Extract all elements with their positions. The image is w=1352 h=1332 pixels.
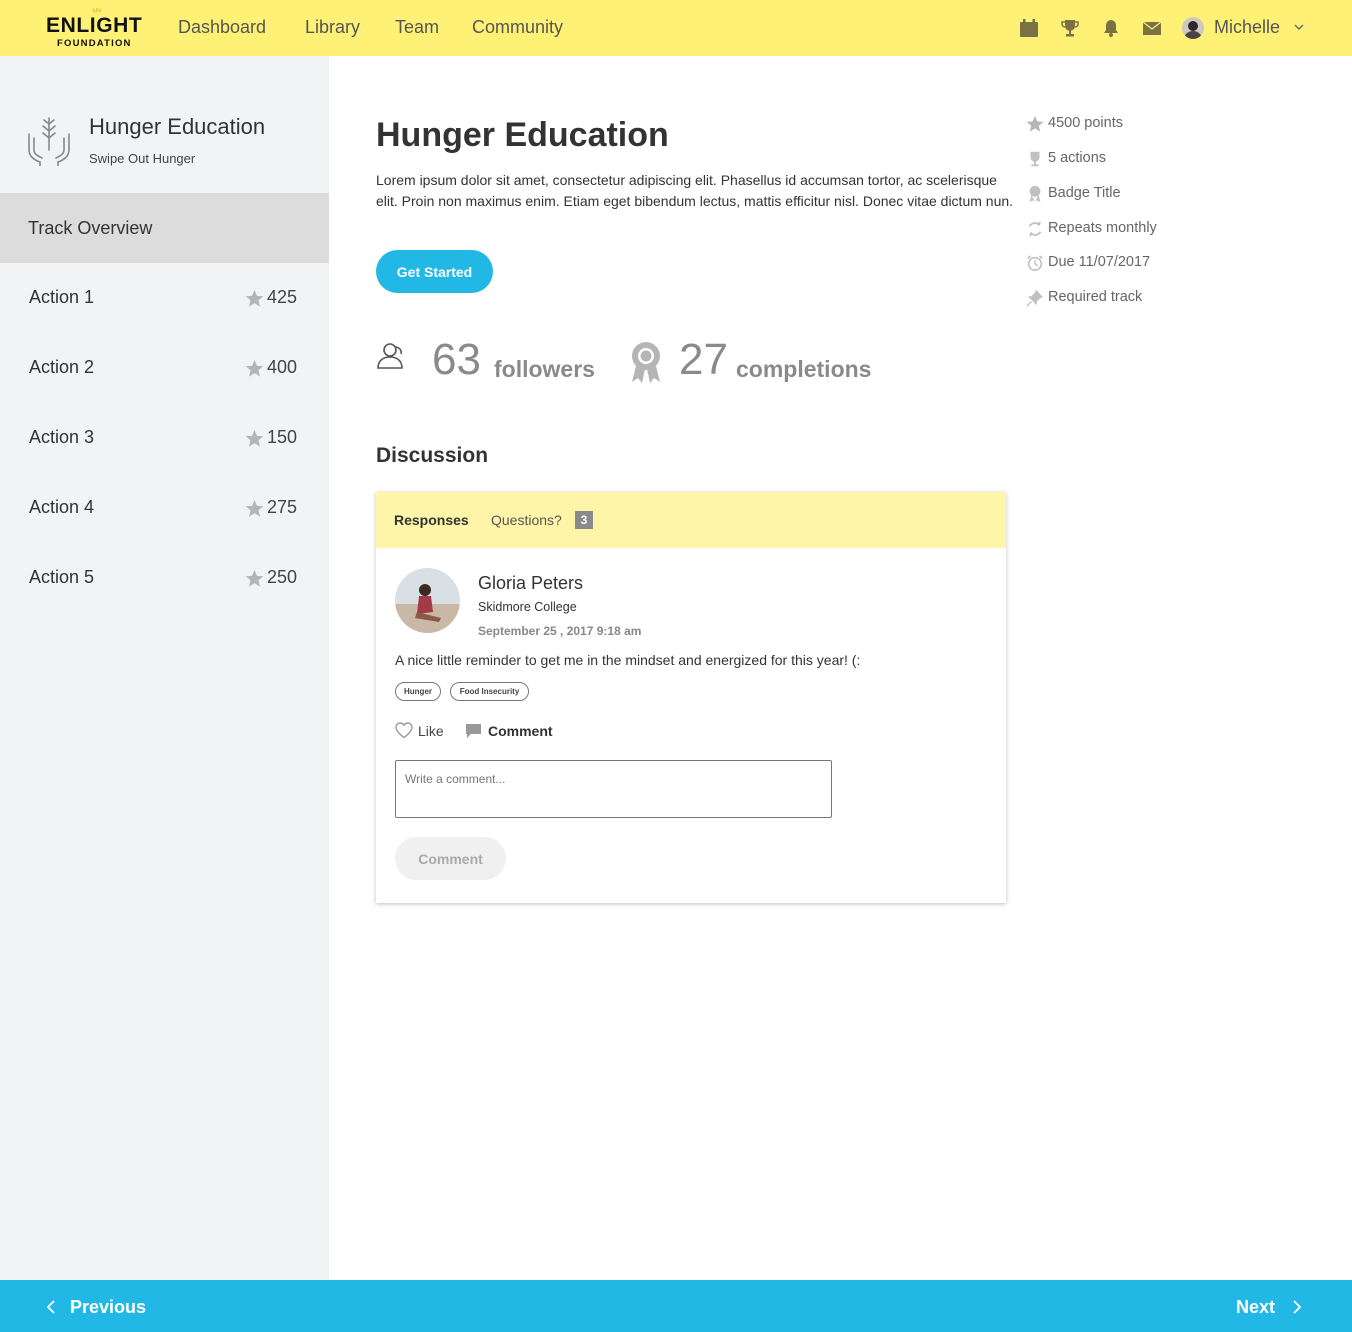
author-avatar[interactable] bbox=[395, 568, 460, 633]
nav-dashboard[interactable]: Dashboard bbox=[178, 17, 266, 38]
sidebar-item-action-4[interactable]: Action 4 275 bbox=[0, 473, 329, 543]
tag-hunger[interactable]: Hunger bbox=[395, 682, 441, 701]
meta-badge-text: Badge Title bbox=[1048, 185, 1121, 201]
followers-count: 63 bbox=[432, 335, 481, 384]
action-points: 400 bbox=[267, 357, 298, 377]
next-button[interactable]: Next bbox=[1236, 1297, 1306, 1319]
track-title: Hunger Education bbox=[89, 114, 266, 139]
followers-icon bbox=[377, 343, 403, 369]
discussion-tabs: Responses Questions? 3 bbox=[376, 492, 1006, 548]
sidebar: Hunger Education Swipe Out Hunger Track … bbox=[0, 56, 329, 1280]
sidebar-item-action-1[interactable]: Action 1 425 bbox=[0, 263, 329, 333]
track-header: Hunger Education Swipe Out Hunger bbox=[0, 56, 329, 193]
calendar-icon[interactable] bbox=[1019, 18, 1039, 38]
star-icon bbox=[245, 359, 264, 377]
action-label: Action 5 bbox=[29, 567, 95, 587]
post-timestamp: September 25 , 2017 9:18 am bbox=[478, 624, 642, 638]
track-subtitle: Swipe Out Hunger bbox=[89, 151, 196, 166]
tab-responses[interactable]: Responses bbox=[394, 512, 469, 528]
trophy-icon[interactable] bbox=[1060, 18, 1080, 38]
user-name[interactable]: Michelle bbox=[1214, 17, 1280, 38]
submit-comment-button[interactable]: Comment bbox=[395, 837, 506, 880]
get-started-button[interactable]: Get Started bbox=[376, 250, 493, 293]
heart-icon bbox=[395, 722, 413, 739]
action-label: Action 3 bbox=[29, 427, 95, 447]
nav-community[interactable]: Community bbox=[472, 17, 563, 38]
logo-text: ENLIGHT bbox=[46, 14, 143, 37]
author-name[interactable]: Gloria Peters bbox=[478, 573, 583, 594]
chevron-right-icon bbox=[1293, 1300, 1302, 1314]
meta-points-text: 4500 points bbox=[1048, 115, 1123, 131]
star-icon bbox=[245, 569, 264, 587]
meta-due-text: Due 11/07/2017 bbox=[1048, 254, 1151, 270]
enlight-logo[interactable]: ENLIGHT FOUNDATION bbox=[46, 8, 152, 49]
track-description: Lorem ipsum dolor sit amet, consectetur … bbox=[376, 172, 1014, 209]
star-icon bbox=[245, 289, 264, 307]
nav-team[interactable]: Team bbox=[395, 17, 439, 38]
user-avatar[interactable] bbox=[1182, 17, 1204, 39]
action-points: 425 bbox=[267, 287, 298, 307]
post-text: A nice little reminder to get me in the … bbox=[395, 652, 861, 668]
chevron-down-icon[interactable] bbox=[1293, 23, 1305, 31]
chevron-left-icon bbox=[46, 1300, 55, 1314]
meta-actions-text: 5 actions bbox=[1048, 150, 1107, 166]
followers-label: followers bbox=[494, 356, 595, 382]
completions-count: 27 bbox=[679, 335, 728, 384]
star-icon bbox=[1026, 115, 1044, 132]
action-label: Action 4 bbox=[29, 497, 95, 517]
mail-icon[interactable] bbox=[1142, 18, 1162, 38]
comment-bubble-icon bbox=[466, 724, 481, 738]
bell-icon[interactable] bbox=[1101, 18, 1121, 38]
award-ribbon-icon bbox=[632, 342, 660, 383]
action-points: 275 bbox=[267, 497, 298, 517]
discussion-heading: Discussion bbox=[376, 444, 489, 467]
nav-library[interactable]: Library bbox=[305, 17, 360, 38]
logo-subtext: FOUNDATION bbox=[57, 38, 132, 49]
like-label: Like bbox=[418, 723, 444, 739]
questions-count-badge: 3 bbox=[575, 511, 593, 529]
trophy-icon bbox=[1030, 151, 1040, 167]
comment-input[interactable] bbox=[395, 760, 832, 818]
completions-label: completions bbox=[736, 356, 872, 382]
track-overview-label: Track Overview bbox=[28, 218, 153, 238]
sidebar-item-action-2[interactable]: Action 2 400 bbox=[0, 333, 329, 403]
repeat-icon bbox=[1028, 220, 1042, 238]
action-label: Action 1 bbox=[29, 287, 95, 307]
bottom-navigation-bar: Previous Next bbox=[0, 1280, 1352, 1332]
wheat-hands-icon bbox=[28, 117, 70, 166]
star-icon bbox=[245, 429, 264, 447]
author-school: Skidmore College bbox=[478, 600, 577, 614]
sidebar-item-action-3[interactable]: Action 3 150 bbox=[0, 403, 329, 473]
comment-button[interactable]: Comment bbox=[465, 721, 565, 741]
action-label: Action 2 bbox=[29, 357, 95, 377]
sidebar-item-track-overview[interactable]: Track Overview bbox=[0, 193, 329, 263]
action-points: 250 bbox=[267, 567, 298, 587]
previous-label: Previous bbox=[70, 1297, 147, 1317]
tab-questions[interactable]: Questions? bbox=[491, 512, 562, 528]
badge-icon bbox=[1029, 185, 1041, 203]
meta-required-text: Required track bbox=[1048, 289, 1143, 305]
next-label: Next bbox=[1236, 1297, 1276, 1317]
alarm-clock-icon bbox=[1027, 255, 1043, 272]
comment-label: Comment bbox=[488, 723, 553, 739]
meta-repeats-text: Repeats monthly bbox=[1048, 220, 1157, 236]
page-title: Hunger Education bbox=[376, 116, 669, 154]
discussion-card: Responses Questions? 3 Gloria Peters Ski… bbox=[376, 492, 1006, 903]
like-button[interactable]: Like bbox=[395, 721, 455, 741]
pin-icon bbox=[1026, 289, 1044, 307]
action-points: 150 bbox=[267, 427, 298, 447]
star-icon bbox=[245, 499, 264, 517]
sidebar-item-action-5[interactable]: Action 5 250 bbox=[0, 543, 329, 613]
top-navigation-bar: ENLIGHT FOUNDATION Dashboard Library Tea… bbox=[0, 0, 1352, 56]
tag-food-insecurity[interactable]: Food Insecurity bbox=[450, 682, 529, 701]
